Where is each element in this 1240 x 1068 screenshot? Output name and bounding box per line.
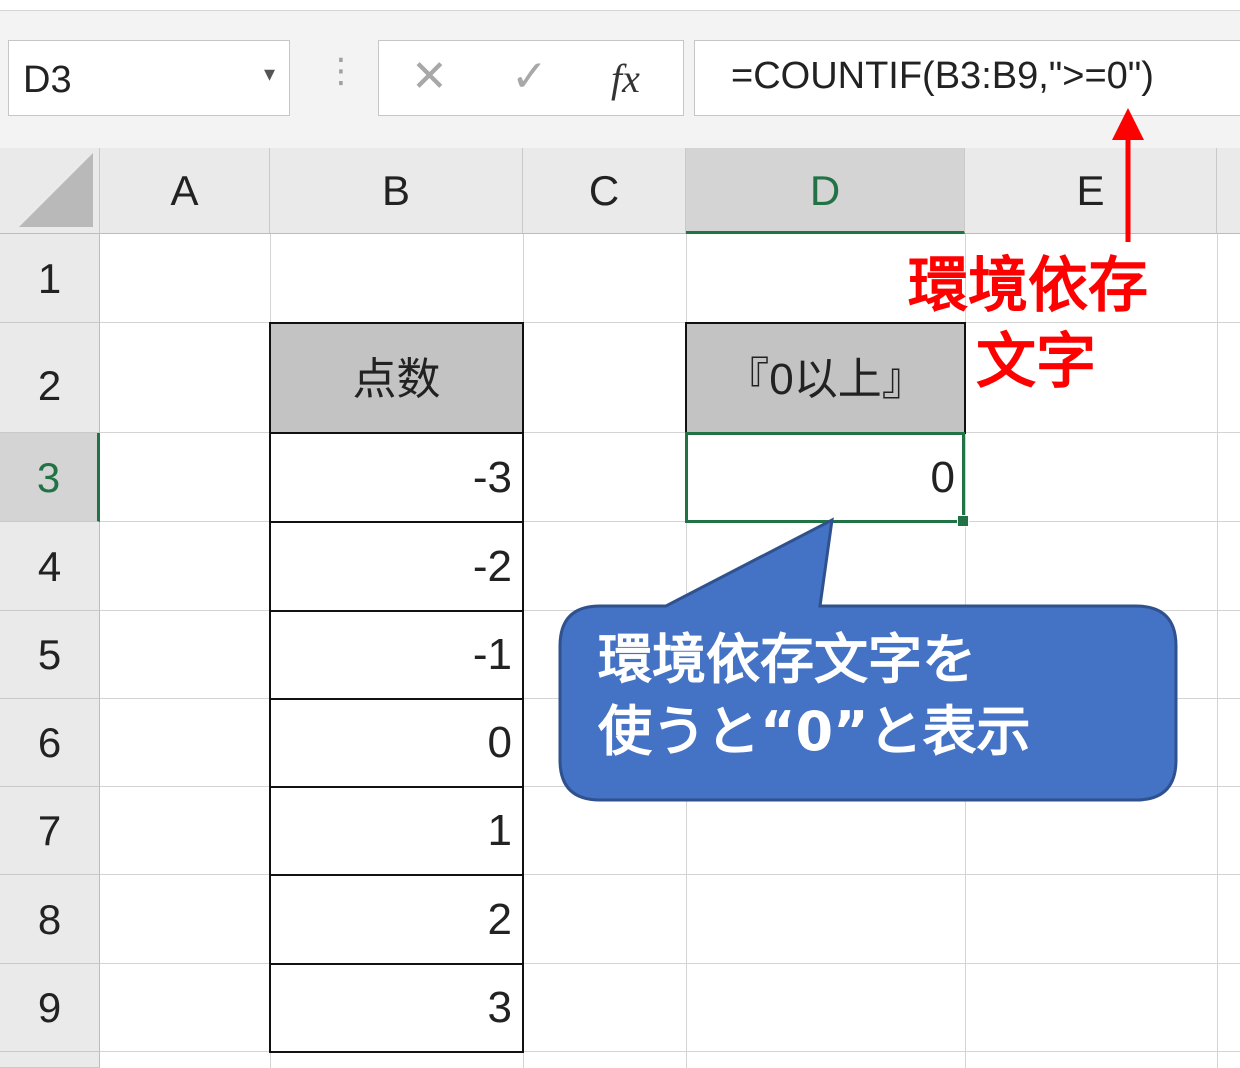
arrow-up-icon [1112, 108, 1144, 242]
annotation-layer [558, 108, 1178, 802]
callout-text: 環境依存文字を 使うと“0”と表示 [598, 624, 1158, 768]
callout-line2: 使うと“0”と表示 [598, 700, 1031, 763]
annotation-label-line2: 文字 [976, 327, 1096, 397]
annotation-label-line1: 環境依存 [908, 251, 1148, 321]
callout-line1: 環境依存文字を [598, 628, 976, 691]
